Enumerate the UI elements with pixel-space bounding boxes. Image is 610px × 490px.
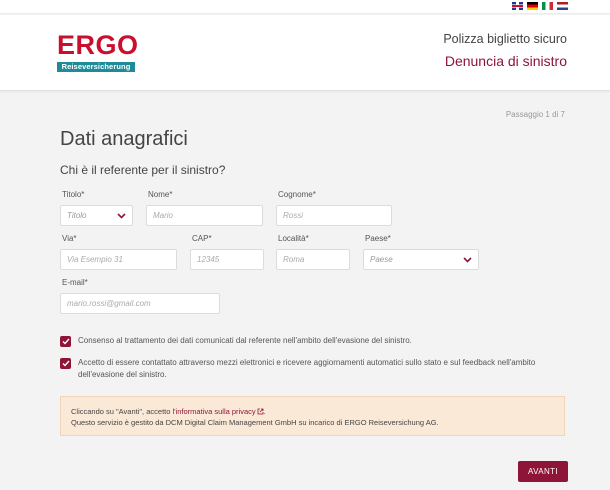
privacy-notice: Cliccando su "Avanti", accetto l'informa…: [60, 396, 565, 436]
product-name: Polizza biglietto sicuro: [443, 32, 567, 46]
titolo-label: Titolo*: [62, 190, 85, 199]
flag-en-icon[interactable]: [512, 2, 523, 10]
email-input[interactable]: [60, 293, 220, 314]
ergo-logo[interactable]: ERGO Reiseversicherung: [57, 31, 139, 72]
titolo-select[interactable]: Titolo: [60, 205, 133, 226]
consent-row-privacy: Consenso al trattamento dei dati comunic…: [60, 335, 560, 347]
step-indicator: Passaggio 1 di 7: [505, 110, 565, 119]
cap-label: CAP*: [192, 234, 212, 243]
nome-label: Nome*: [148, 190, 173, 199]
consent-contact-text: Accetto di essere contattato attraverso …: [78, 358, 536, 379]
privacy-policy-link[interactable]: informativa sulla privacy: [176, 407, 264, 416]
via-input[interactable]: [60, 249, 177, 270]
privacy-link-text: informativa sulla privacy: [175, 407, 256, 416]
avanti-button[interactable]: AVANTI: [518, 461, 568, 482]
external-link-icon: [257, 408, 264, 415]
email-label: E-mail*: [62, 278, 88, 287]
paese-value: Paese: [370, 255, 393, 264]
section-subtitle: Chi è il referente per il sinistro?: [60, 163, 226, 177]
checkmark-icon: [62, 360, 70, 367]
language-selector: [512, 2, 568, 10]
flag-nl-icon[interactable]: [557, 2, 568, 10]
site-header: ERGO Reiseversicherung Polizza biglietto…: [0, 15, 610, 91]
cognome-input[interactable]: [276, 205, 392, 226]
notice-line-2: Questo servizio è gestito da DCM Digital…: [71, 418, 439, 427]
localita-input[interactable]: [276, 249, 350, 270]
nome-input[interactable]: [146, 205, 263, 226]
consent-privacy-checkbox[interactable]: [60, 336, 71, 347]
notice-line-1: Cliccando su "Avanti", accetto l'informa…: [71, 406, 554, 417]
notice-suffix: .: [263, 407, 266, 416]
chevron-down-icon: [117, 213, 126, 219]
paese-label: Paese*: [365, 234, 391, 243]
consent-contact-checkbox[interactable]: [60, 358, 71, 369]
language-bar: [0, 0, 610, 14]
chevron-down-icon: [463, 257, 472, 263]
logo-subtitle: Reiseversicherung: [57, 62, 135, 72]
page-title: Dati anagrafici: [60, 128, 188, 150]
flag-it-icon[interactable]: [542, 2, 553, 10]
via-label: Via*: [62, 234, 77, 243]
header-titles: Polizza biglietto sicuro Denuncia di sin…: [443, 31, 567, 70]
process-name: Denuncia di sinistro: [444, 53, 567, 69]
notice-prefix: Cliccando su "Avanti", accetto l': [71, 407, 176, 416]
paese-select[interactable]: Paese: [363, 249, 479, 270]
flag-de-icon[interactable]: [527, 2, 538, 10]
logo-wordmark: ERGO: [57, 30, 139, 60]
localita-label: Località*: [278, 234, 309, 243]
cognome-label: Cognome*: [278, 190, 316, 199]
cap-input[interactable]: [190, 249, 264, 270]
titolo-value: Titolo: [67, 211, 87, 220]
consent-privacy-text: Consenso al trattamento dei dati comunic…: [78, 336, 412, 345]
consent-row-contact: Accetto di essere contattato attraverso …: [60, 357, 545, 381]
checkmark-icon: [62, 338, 70, 345]
